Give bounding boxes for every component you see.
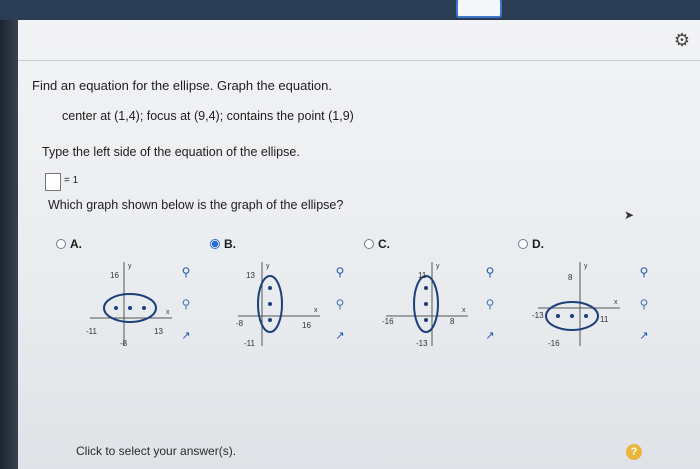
- focus-point: [268, 318, 272, 322]
- x-right-tick: 13: [154, 327, 163, 336]
- equation-suffix: = 1: [64, 175, 79, 186]
- graph-option-a[interactable]: 16 -8 -11 13 x y: [84, 258, 176, 348]
- x-right-tick: 8: [450, 317, 455, 326]
- option-d-label: D.: [532, 237, 544, 251]
- x-left-tick: -8: [236, 319, 244, 328]
- radio-option-a[interactable]: [56, 239, 66, 249]
- y-bottom-tick: -8: [120, 339, 128, 348]
- y-axis-label: y: [266, 263, 270, 270]
- y-top-tick: 16: [110, 271, 119, 280]
- x-left-tick: -16: [382, 317, 394, 326]
- x-axis-label: x: [614, 299, 618, 306]
- x-left-tick: -13: [532, 311, 544, 320]
- graph-a-tools: ⚲ ⚲ ↗: [178, 264, 194, 344]
- option-c[interactable]: C.: [364, 237, 390, 251]
- zoom-in-icon[interactable]: ⚲: [636, 264, 652, 280]
- divider: [18, 60, 700, 61]
- equation-answer-field[interactable]: [45, 173, 61, 191]
- y-bottom-tick: -11: [244, 339, 256, 348]
- zoom-out-icon[interactable]: ⚲: [178, 296, 194, 312]
- focus-point: [556, 314, 560, 318]
- y-axis-label: y: [584, 263, 588, 270]
- radio-option-d[interactable]: [518, 239, 528, 249]
- x-right-tick: 16: [302, 321, 311, 330]
- center-point: [570, 314, 574, 318]
- question-instruction: Type the left side of the equation of th…: [42, 145, 300, 159]
- y-top-tick: 8: [568, 273, 573, 282]
- y-bottom-tick: -13: [416, 339, 428, 348]
- option-a[interactable]: A.: [56, 237, 82, 251]
- focus-point: [584, 314, 588, 318]
- zoom-in-icon[interactable]: ⚲: [332, 264, 348, 280]
- zoom-out-icon[interactable]: ⚲: [332, 296, 348, 312]
- graph-c-tools: ⚲ ⚲ ↗: [482, 264, 498, 344]
- left-edge: [0, 20, 18, 469]
- help-icon[interactable]: ?: [626, 444, 642, 460]
- popout-icon[interactable]: ↗: [332, 328, 348, 344]
- focus-point: [424, 318, 428, 322]
- radio-option-c[interactable]: [364, 239, 374, 249]
- top-banner: [0, 0, 700, 20]
- y-top-tick: 13: [246, 271, 255, 280]
- x-axis-label: x: [166, 309, 170, 316]
- which-graph-prompt: Which graph shown below is the graph of …: [48, 198, 344, 212]
- radio-option-b[interactable]: [210, 239, 220, 249]
- x-right-tick: 11: [600, 315, 609, 324]
- graph-option-c[interactable]: 11 -13 -16 8 x y: [380, 258, 472, 348]
- x-axis-label: x: [462, 307, 466, 314]
- zoom-in-icon[interactable]: ⚲: [178, 264, 194, 280]
- option-a-label: A.: [70, 237, 82, 251]
- focus-point: [142, 306, 146, 310]
- focus-point: [424, 286, 428, 290]
- graph-option-d[interactable]: 8 -16 -13 11 x y: [532, 258, 624, 348]
- select-answer-prompt: Click to select your answer(s).: [76, 444, 237, 458]
- cursor-icon: ➤: [624, 208, 635, 222]
- y-top-tick: 11: [418, 271, 427, 280]
- top-tab[interactable]: [456, 0, 502, 18]
- zoom-out-icon[interactable]: ⚲: [482, 296, 498, 312]
- focus-point: [268, 286, 272, 290]
- option-d[interactable]: D.: [518, 237, 544, 251]
- zoom-in-icon[interactable]: ⚲: [482, 264, 498, 280]
- focus-point: [114, 306, 118, 310]
- question-given: center at (1,4); focus at (9,4); contain…: [62, 109, 354, 123]
- y-bottom-tick: -16: [548, 339, 560, 348]
- question-title: Find an equation for the ellipse. Graph …: [32, 78, 332, 93]
- y-axis-label: y: [128, 263, 132, 270]
- x-left-tick: -11: [86, 327, 98, 336]
- zoom-out-icon[interactable]: ⚲: [636, 296, 652, 312]
- popout-icon[interactable]: ↗: [178, 328, 194, 344]
- graph-b-tools: ⚲ ⚲ ↗: [332, 264, 348, 344]
- x-axis-label: x: [314, 307, 318, 314]
- center-point: [268, 302, 272, 306]
- y-axis-label: y: [436, 263, 440, 270]
- popout-icon[interactable]: ↗: [636, 328, 652, 344]
- option-b[interactable]: B.: [210, 237, 236, 251]
- popout-icon[interactable]: ↗: [482, 328, 498, 344]
- option-b-label: B.: [224, 237, 236, 251]
- option-c-label: C.: [378, 237, 390, 251]
- center-point: [128, 306, 132, 310]
- graph-option-b[interactable]: 13 -11 -8 16 x y: [232, 258, 324, 348]
- gear-icon[interactable]: ⚙: [672, 30, 692, 50]
- center-point: [424, 302, 428, 306]
- graph-d-tools: ⚲ ⚲ ↗: [636, 264, 652, 344]
